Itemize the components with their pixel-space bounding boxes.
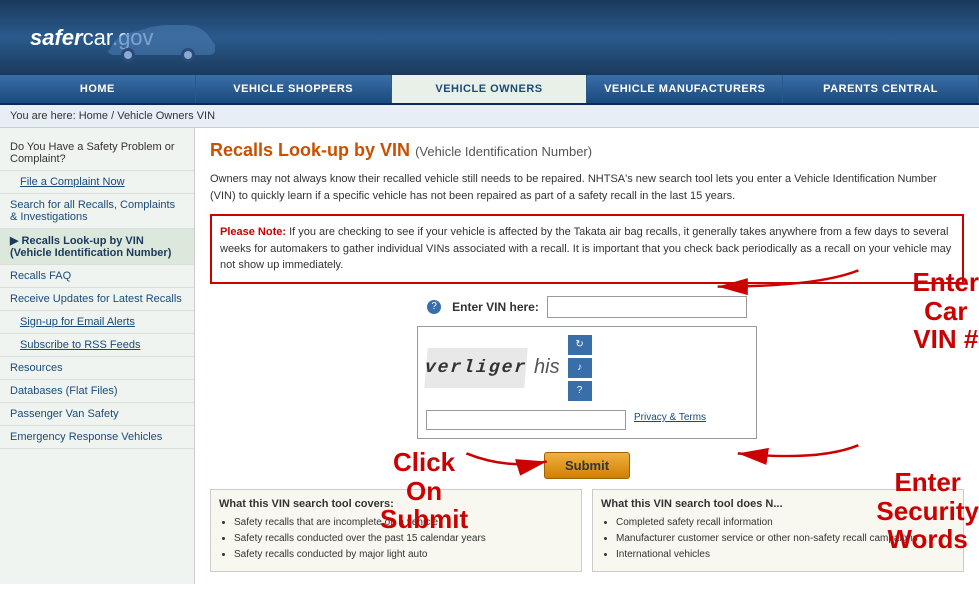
sidebar-arrow-icon: ▶ <box>10 235 22 247</box>
sidebar-item-databases[interactable]: Databases (Flat Files) <box>0 380 194 403</box>
navigation: HOME VEHICLE SHOPPERS VEHICLE OWNERS VEH… <box>0 75 979 105</box>
vin-row: ? Enter VIN here: <box>210 296 964 318</box>
header: safercar.gov <box>0 0 979 75</box>
vin-form: ? Enter VIN here: verliger his ↻ ♪ ? <box>210 296 964 479</box>
vin-input[interactable] <box>547 296 747 318</box>
note-text: If you are checking to see if your vehic… <box>220 226 951 271</box>
captcha-help-button[interactable]: ? <box>568 381 592 401</box>
captcha-container: verliger his ↻ ♪ ? Privacy & Terms <box>417 326 757 439</box>
sidebar-item-recalls-faq[interactable]: Recalls FAQ <box>0 265 194 288</box>
captcha-refresh-button[interactable]: ↻ <box>568 335 592 355</box>
captcha-sample: his <box>534 356 560 379</box>
nav-vehicle-shoppers[interactable]: VEHICLE SHOPPERS <box>196 75 392 103</box>
content-area: Recalls Look-up by VIN (Vehicle Identifi… <box>195 128 979 584</box>
sidebar-item-search-recalls[interactable]: Search for all Recalls, Complaints & Inv… <box>0 194 194 229</box>
captcha-inner: verliger his ↻ ♪ ? <box>426 335 748 401</box>
sidebar-item-receive-updates[interactable]: Receive Updates for Latest Recalls <box>0 288 194 311</box>
vin-label: Enter VIN here: <box>452 300 539 314</box>
nav-vehicle-owners[interactable]: VEHICLE OWNERS <box>392 75 588 103</box>
captcha-image: verliger <box>424 348 527 388</box>
sidebar-item-resources[interactable]: Resources <box>0 357 194 380</box>
annotation-click-submit: Click On Submit <box>380 448 468 534</box>
captcha-controls: ↻ ♪ ? <box>568 335 592 401</box>
captcha-text-input[interactable] <box>426 410 626 430</box>
privacy-link[interactable]: Privacy & Terms <box>634 412 706 423</box>
vin-help-icon[interactable]: ? <box>427 300 441 314</box>
main-layout: Do You Have a Safety Problem or Complain… <box>0 128 979 584</box>
sidebar-item-file-complaint[interactable]: File a Complaint Now <box>0 171 194 194</box>
nav-vehicle-manufacturers[interactable]: VEHICLE MANUFACTURERS <box>587 75 783 103</box>
sidebar: Do You Have a Safety Problem or Complain… <box>0 128 195 584</box>
list-item: Safety recalls conducted by major light … <box>234 547 573 563</box>
annotation-enter-vin: Enter Car VIN # <box>913 268 979 354</box>
note-label: Please Note: <box>220 226 286 238</box>
page-title: Recalls Look-up by VIN (Vehicle Identifi… <box>210 140 964 161</box>
sidebar-item-safety-header: Do You Have a Safety Problem or Complain… <box>0 136 194 171</box>
info-boxes: What this VIN search tool covers: Safety… <box>210 489 964 572</box>
submit-button[interactable]: Submit <box>544 452 630 479</box>
sidebar-item-emergency-response[interactable]: Emergency Response Vehicles <box>0 426 194 449</box>
sidebar-item-passenger-van[interactable]: Passenger Van Safety <box>0 403 194 426</box>
sidebar-item-rss-feeds[interactable]: Subscribe to RSS Feeds <box>0 334 194 357</box>
nav-home[interactable]: HOME <box>0 75 196 103</box>
captcha-audio-button[interactable]: ♪ <box>568 358 592 378</box>
annotation-enter-security: Enter Security Words <box>876 468 979 554</box>
intro-text: Owners may not always know their recalle… <box>210 171 964 204</box>
sidebar-item-email-alerts[interactable]: Sign-up for Email Alerts <box>0 311 194 334</box>
sidebar-item-vin-lookup[interactable]: ▶ Recalls Look-up by VIN (Vehicle Identi… <box>0 229 194 265</box>
note-box: Please Note: If you are checking to see … <box>210 214 964 284</box>
nav-parents-central[interactable]: PARENTS CENTRAL <box>783 75 979 103</box>
breadcrumb: You are here: Home / Vehicle Owners VIN <box>0 105 979 128</box>
car-icon <box>100 15 220 65</box>
